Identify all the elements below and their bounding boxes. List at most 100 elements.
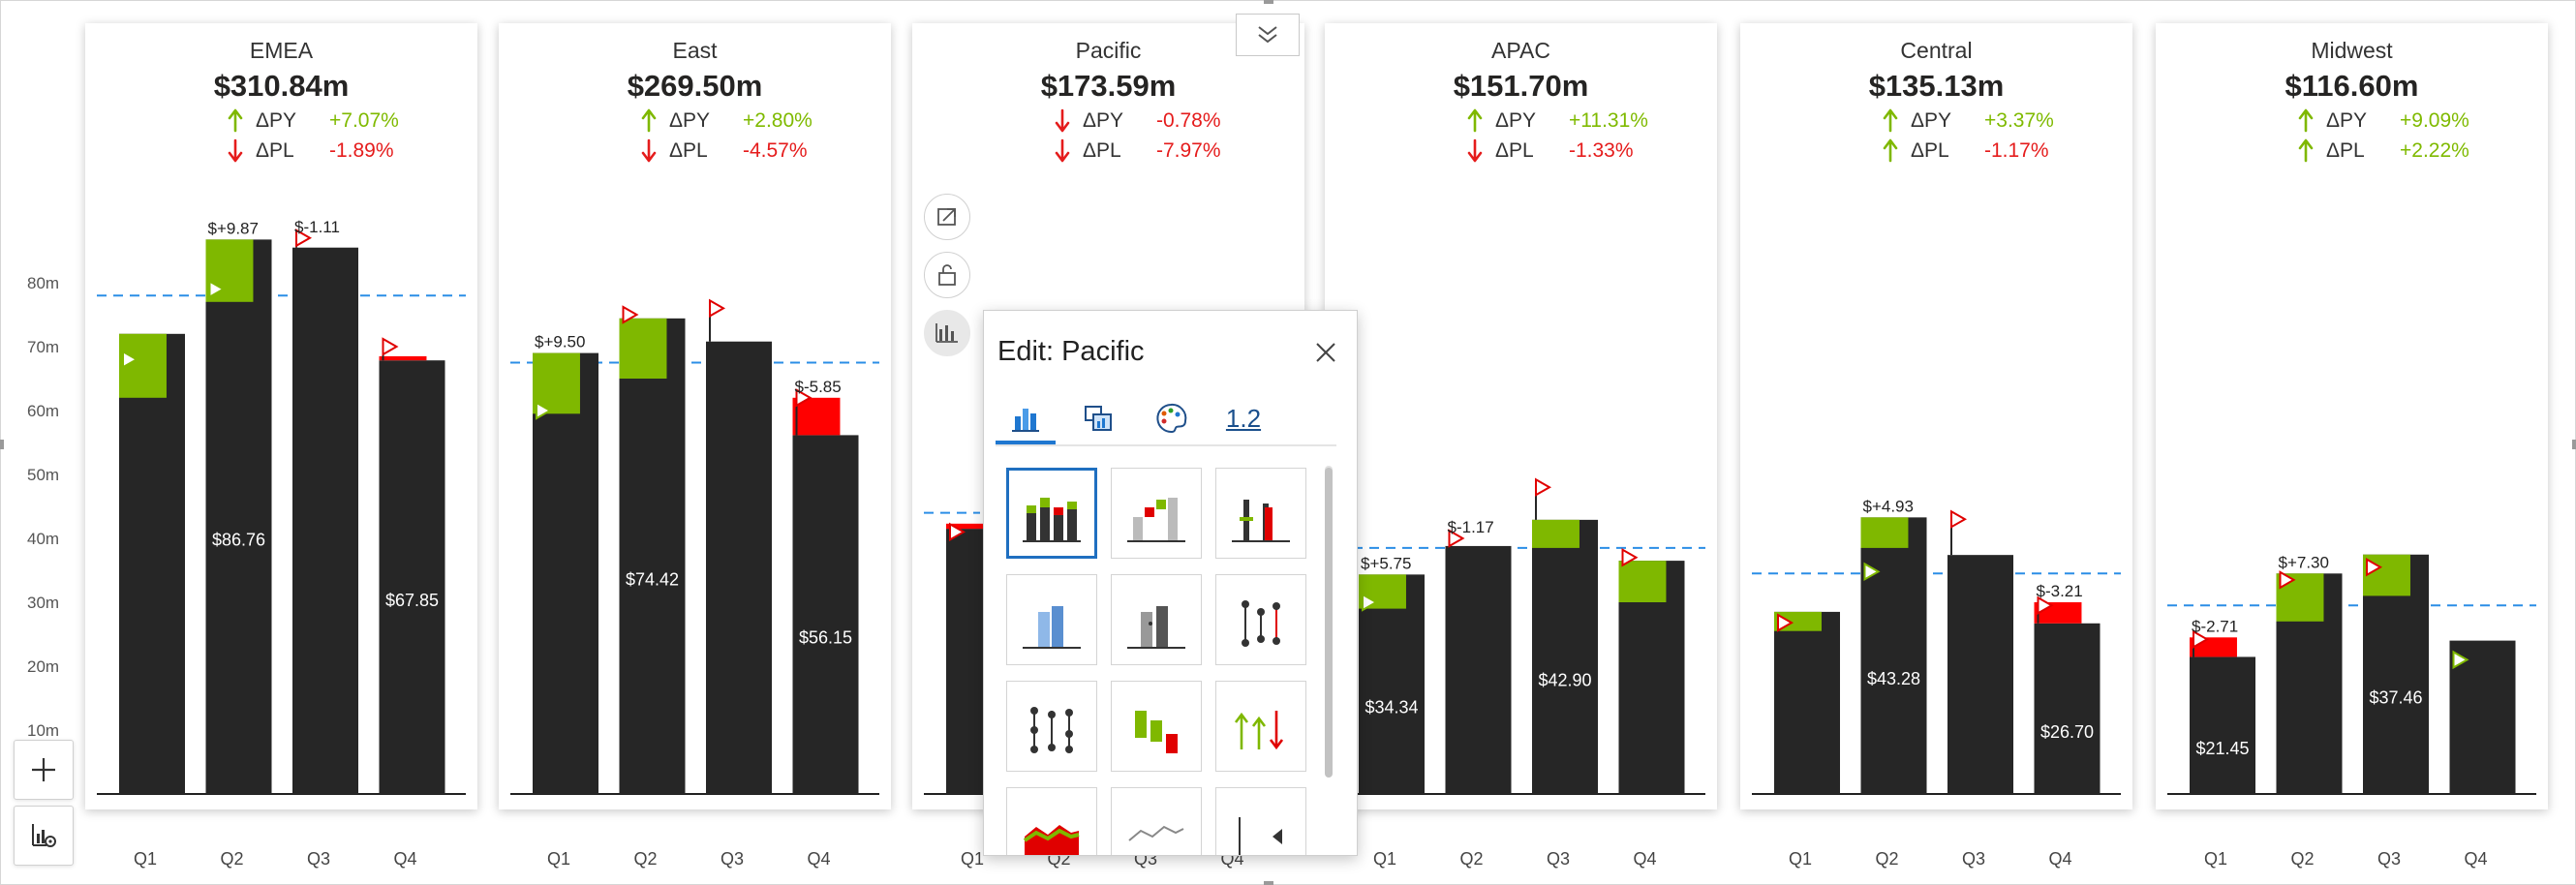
chart-type-actual-variance[interactable] [1006,468,1097,559]
actual-bar[interactable] [292,247,358,794]
plan-flag-icon [1950,509,1968,529]
gallery-scrollbar[interactable] [1325,468,1333,778]
edit-target-name: Pacific [1061,336,1145,367]
x-axis-tick-label: Q4 [2464,849,2487,869]
chart-type-icon [1127,606,1185,649]
number-format-label: 1.2 [1225,403,1262,433]
expand-icon [937,208,956,226]
actual-bar[interactable] [1860,517,1927,794]
x-axis-tick-label: Q1 [1373,849,1396,869]
y-axis-tick-label: 60m [27,402,59,420]
chart-type-overlapped[interactable] [1006,574,1097,665]
x-axis-tick-label: Q1 [2204,849,2227,869]
chart-type-variance-arrows[interactable] [1215,681,1306,772]
chart-type-integrated-variance[interactable] [1215,468,1306,559]
chart-type-dot-plot-multi[interactable] [1006,681,1097,772]
chart-type-other[interactable] [1215,787,1306,855]
x-axis-tick-label: Q2 [2290,849,2314,869]
chart-type-icon [1232,500,1290,542]
x-axis-tick-label: Q1 [961,849,984,869]
chart-type-icon [1239,817,1282,855]
x-axis-tick-label: Q3 [721,849,744,869]
x-axis-tick-label: Q4 [2048,849,2071,869]
chart-type-icon [1128,825,1184,841]
tab-chart-type[interactable] [996,394,1056,444]
bar-value-label: $67.85 [385,591,439,610]
actual-bar[interactable] [1947,555,2013,794]
actual-bar[interactable] [205,239,272,794]
chart-type-line[interactable] [1111,787,1202,855]
x-axis-tick-label: Q4 [807,849,830,869]
variance-label: $+7.30 [2279,553,2329,571]
bar-value-label: $26.70 [2040,722,2094,742]
actual-bar[interactable] [792,435,859,794]
x-axis-tick-label: Q3 [1962,849,1985,869]
bar-value-label: $21.45 [2195,739,2249,758]
chart-type-icon [1023,498,1081,542]
focus-mode-button[interactable] [924,194,970,240]
actual-bar[interactable] [119,333,185,794]
variance-label: $-1.17 [1448,518,1494,536]
layout-icon [1085,406,1112,431]
tab-colors[interactable] [1141,394,1201,442]
variance-label: $-3.21 [2037,582,2083,600]
x-axis-tick-label: Q2 [1459,849,1483,869]
close-icon [1316,343,1335,362]
x-axis-tick-label: Q1 [134,849,157,869]
bar-value-label: $43.28 [1867,669,1920,688]
chart-type-icon [1234,711,1284,750]
y-axis-tick-label: 40m [27,530,59,548]
edit-panel-title: Edit: Pacific [997,336,1145,368]
actual-bar[interactable] [1445,545,1512,794]
chart-type-icon [1242,600,1280,647]
variance-label: $-1.11 [294,218,340,236]
edit-prefix: Edit: [997,336,1055,367]
plan-flag-icon [1535,477,1552,497]
close-button[interactable] [1311,338,1340,367]
variance-label: $+4.93 [1863,497,1914,515]
variance-label: $+9.87 [208,219,259,237]
variance-label: $+9.50 [535,333,585,351]
chart-type-icon [1030,707,1073,753]
collapse-button[interactable] [1236,14,1300,56]
lock-button[interactable] [924,252,970,298]
y-axis-tick-label: 80m [27,274,59,292]
tab-number-format[interactable]: 1.2 [1213,394,1273,442]
positive-variance-bar [1618,561,1667,602]
actual-bar[interactable] [2190,656,2255,794]
bar-value-label: $37.46 [2369,687,2422,707]
actual-bar[interactable] [619,318,686,794]
add-button[interactable] [14,740,74,800]
chart-type-waterfall[interactable] [1111,468,1202,559]
actual-bar[interactable] [1532,519,1598,794]
chart-type-area-variance[interactable] [1006,787,1097,855]
x-axis-tick-label: Q3 [307,849,330,869]
variance-label: $+5.75 [1361,554,1411,572]
bar-value-label: $34.34 [1365,698,1418,717]
chart-type-icon [1023,606,1081,649]
plan-flag-icon [709,298,726,319]
chart-type-button[interactable] [924,310,970,356]
actual-bar[interactable] [2034,623,2101,794]
x-axis-tick-label: Q4 [1633,849,1656,869]
y-axis-tick-label: 50m [27,466,59,484]
chart-type-overlapped-dark[interactable] [1111,574,1202,665]
chart-type-icon [1023,825,1080,855]
actual-bar[interactable] [533,352,598,794]
tab-layout[interactable] [1068,394,1128,442]
actual-bar[interactable] [706,341,772,794]
positive-variance-bar [1860,517,1909,548]
positive-variance-bar [619,318,667,379]
palette-icon [1156,403,1187,433]
chart-type-variance-bars[interactable] [1111,681,1202,772]
actual-bar[interactable] [379,360,445,794]
chevron-double-down-icon [1258,26,1277,44]
variance-label: $-2.71 [2192,617,2238,635]
actual-bar[interactable] [1774,611,1840,794]
variance-label: $-5.85 [795,378,842,396]
chart-type-dot-plot[interactable] [1215,574,1306,665]
bar-value-label: $74.42 [626,569,679,589]
y-axis-tick-label: 10m [27,721,59,740]
chart-settings-button[interactable] [14,806,74,866]
y-axis-tick-label: 20m [27,657,59,676]
